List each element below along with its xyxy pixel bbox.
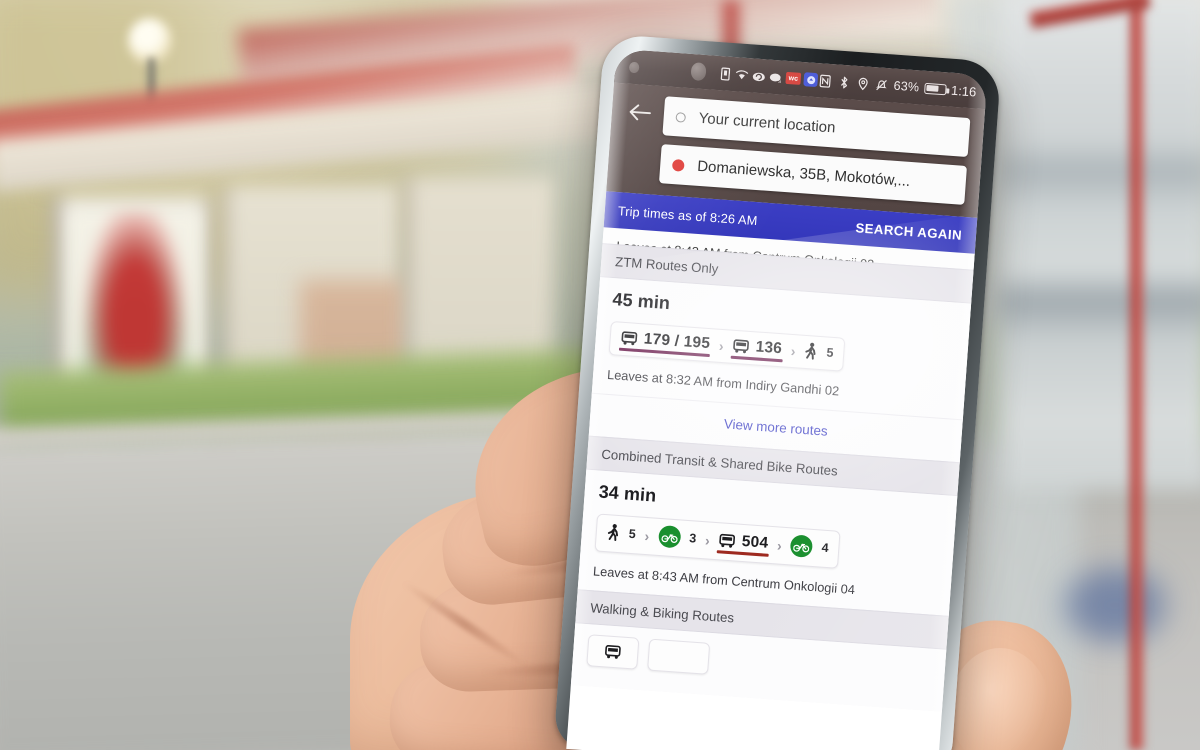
leg-walk[interactable]: 5: [803, 341, 835, 365]
wc-badge-icon: wc: [785, 71, 802, 85]
leg-label: 5: [628, 526, 637, 542]
wifi-icon: [735, 67, 750, 82]
leg-label: 4: [821, 540, 830, 556]
circle-outline-icon: [675, 111, 687, 123]
leg-bus-partial[interactable]: [586, 634, 640, 670]
cloud-sync-icon: [751, 68, 766, 83]
walk-icon: [607, 524, 619, 541]
red-pole: [1128, 0, 1145, 750]
destination-value: Domaniewska, 35B, Mokotów,...: [696, 157, 911, 190]
leg-bike-3[interactable]: 3: [656, 524, 698, 553]
bus-icon: [719, 533, 736, 548]
walk-icon: [805, 342, 816, 360]
bus-icon: [621, 330, 638, 345]
battery-icon: [923, 82, 947, 95]
leg-bus-136[interactable]: 136: [731, 336, 784, 362]
leg-label: 5: [826, 345, 834, 360]
leg-bike-4[interactable]: 4: [789, 533, 831, 562]
front-camera-dot: [689, 62, 707, 82]
clock-label: 1:16: [950, 82, 977, 99]
leg-label: 179 / 195: [643, 330, 711, 353]
leg-walk[interactable]: 5: [605, 522, 637, 546]
smartphone: s wc 63% 1:16 Your current location Doma…: [553, 33, 1002, 750]
chevron-right-icon: ›: [790, 342, 797, 360]
chevron-right-icon: ›: [776, 537, 783, 554]
bike-icon: [657, 524, 682, 549]
routes-list: Leaves at 8:43 AM from Centrum Onkologii…: [570, 227, 975, 712]
battery-percent-label: 63%: [893, 78, 920, 95]
route-legs[interactable]: 5 › 3 › 504 › 4: [594, 513, 841, 569]
trip-times-label: Trip times as of 8:26 AM: [617, 202, 759, 228]
bluetooth-icon: [836, 75, 851, 90]
bus-icon: [605, 644, 621, 659]
chevron-right-icon: ›: [704, 532, 711, 549]
back-arrow-icon: [629, 104, 651, 121]
nfc-icon: [817, 73, 832, 88]
sim-icon: [718, 66, 733, 81]
origin-value: Your current location: [698, 109, 837, 137]
svg-text:s: s: [778, 78, 781, 83]
cloud-sync-s-icon: s: [768, 70, 783, 85]
leg-label: 504: [741, 532, 769, 552]
chevron-right-icon: ›: [644, 527, 650, 545]
leg-bus-179-195[interactable]: 179 / 195: [619, 328, 712, 356]
back-button[interactable]: [619, 91, 662, 134]
chevron-right-icon: ›: [718, 337, 725, 355]
leg-placeholder-partial[interactable]: [647, 638, 710, 675]
leg-label: 136: [755, 338, 783, 358]
front-sensor-dot: [628, 61, 640, 73]
route-legs[interactable]: 179 / 195 › 136 › 5: [608, 320, 846, 372]
phone-screen: s wc 63% 1:16 Your current location Doma…: [566, 48, 988, 750]
circle-filled-icon: [671, 158, 685, 172]
bike-icon: [790, 534, 814, 558]
photo-scene: s wc 63% 1:16 Your current location Doma…: [0, 0, 1200, 750]
mute-icon: [874, 77, 889, 92]
bus-icon: [733, 338, 750, 353]
location-icon: [855, 76, 870, 91]
search-again-button[interactable]: SEARCH AGAIN: [855, 220, 963, 243]
leg-label: 3: [688, 531, 697, 546]
leg-bus-504[interactable]: 504: [717, 530, 770, 556]
app-badge-icon: [803, 72, 819, 88]
background-blue-object: [1055, 560, 1175, 650]
